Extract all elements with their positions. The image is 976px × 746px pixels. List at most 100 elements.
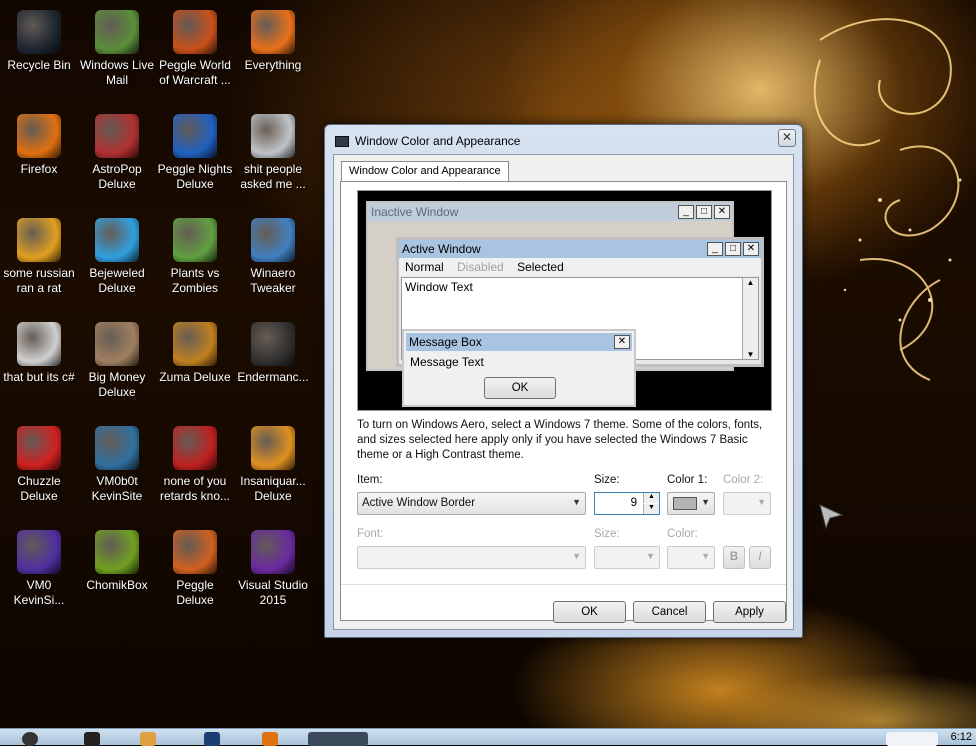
ok-button[interactable]: OK xyxy=(553,601,626,623)
firefox-icon[interactable] xyxy=(262,732,278,746)
chuzzle-icon xyxy=(17,426,61,470)
mail-icon xyxy=(95,10,139,54)
desktop-icon[interactable]: that but its c# xyxy=(0,316,78,416)
desktop-icon[interactable]: shit people asked me ... xyxy=(234,108,312,208)
color1-label: Color 1: xyxy=(667,474,708,486)
desktop-icon[interactable]: Chuzzle Deluxe xyxy=(0,420,78,520)
zuma-icon xyxy=(173,322,217,366)
desktop-icon[interactable]: Insaniquar... Deluxe xyxy=(234,420,312,520)
item-dropdown-value: Active Window Border xyxy=(362,497,476,509)
desktop-icon-label: Zuma Deluxe xyxy=(159,370,231,384)
dialog-client-area: Window Color and Appearance Inactive Win… xyxy=(333,154,794,630)
desktop-icon-label: Everything xyxy=(244,58,302,72)
desktop-icon[interactable]: Peggle World of Warcraft ... xyxy=(156,4,234,104)
message-box-title: Message Box xyxy=(409,335,482,349)
fish-icon xyxy=(251,426,295,470)
separator xyxy=(341,584,786,585)
message-text: Message Text xyxy=(410,355,484,369)
desktop-icon[interactable]: Windows Live Mail xyxy=(78,4,156,104)
bigmoney-icon xyxy=(95,322,139,366)
inactive-window-title-bar: Inactive Window _ □ ✕ xyxy=(368,203,732,221)
desktop-icon[interactable]: VM0 KevinSi... xyxy=(0,524,78,624)
close-button[interactable]: ✕ xyxy=(778,129,796,147)
desktop-icon[interactable]: Winaero Tweaker xyxy=(234,212,312,312)
desktop-icon-label: some russian ran a rat xyxy=(3,266,75,295)
window-text: Window Text xyxy=(405,280,473,294)
plants-icon xyxy=(173,218,217,262)
preview-scrollbar: ▲ ▼ xyxy=(742,278,758,359)
color1-picker[interactable]: ▼ xyxy=(667,492,715,515)
preview-menu-bar: Normal Disabled Selected xyxy=(399,258,761,276)
astropop-icon xyxy=(95,114,139,158)
chevron-down-icon: ▼ xyxy=(757,497,766,507)
desktop-icon[interactable]: Zuma Deluxe xyxy=(156,316,234,416)
bold-button[interactable]: B xyxy=(723,546,745,569)
apply-button[interactable]: Apply xyxy=(713,601,786,623)
peggle-icon xyxy=(173,10,217,54)
italic-button[interactable]: I xyxy=(749,546,771,569)
chevron-down-icon: ▼ xyxy=(646,551,655,561)
chevron-down-icon: ▼ xyxy=(572,551,581,561)
tray-icons[interactable] xyxy=(886,732,938,746)
tab-window-color[interactable]: Window Color and Appearance xyxy=(341,161,509,182)
desktop-icon[interactable]: Firefox xyxy=(0,108,78,208)
shortcut-icon xyxy=(17,322,61,366)
desktop-icon[interactable]: Plants vs Zombies xyxy=(156,212,234,312)
desktop-icon[interactable]: some russian ran a rat xyxy=(0,212,78,312)
font-size-dropdown[interactable]: ▼ xyxy=(594,546,660,569)
desktop-icon[interactable]: ChomikBox xyxy=(78,524,156,624)
font-color-picker[interactable]: ▼ xyxy=(667,546,715,569)
color2-picker[interactable]: ▼ xyxy=(723,492,771,515)
desktop-icon-label: Insaniquar... Deluxe xyxy=(240,474,306,503)
font-dropdown[interactable]: ▼ xyxy=(357,546,586,569)
font-size-label: Size: xyxy=(594,528,620,540)
menu-normal: Normal xyxy=(405,260,444,274)
appearance-preview[interactable]: Inactive Window _ □ ✕ Active Window _ □ … xyxy=(357,190,772,411)
message-box-title-bar: Message Box ✕ xyxy=(406,333,632,351)
size-spinner[interactable]: 9 ▲ ▼ xyxy=(594,492,660,515)
desktop-icon-label: Peggle Nights Deluxe xyxy=(157,162,233,191)
desktop-icon-label: AstroPop Deluxe xyxy=(92,162,142,191)
game-icon xyxy=(173,426,217,470)
active-window-title-bar: Active Window _ □ ✕ xyxy=(399,240,761,258)
desktop-icon[interactable]: Everything xyxy=(234,4,312,104)
taskbar-app-icon[interactable] xyxy=(84,732,100,746)
tweaker-icon xyxy=(251,218,295,262)
desktop-icon[interactable]: Recycle Bin xyxy=(0,4,78,104)
inactive-window-title: Inactive Window xyxy=(371,205,459,219)
clock[interactable]: 6:12 xyxy=(951,731,972,743)
desktop-icon[interactable]: Big Money Deluxe xyxy=(78,316,156,416)
close-icon: ✕ xyxy=(714,205,730,219)
desktop-icon[interactable]: Endermanc... xyxy=(234,316,312,416)
desktop-icon[interactable]: Peggle Nights Deluxe xyxy=(156,108,234,208)
font-label: Font: xyxy=(357,528,384,540)
preview-ok-button: OK xyxy=(484,377,556,399)
item-dropdown[interactable]: Active Window Border ▼ xyxy=(357,492,586,515)
close-icon: ✕ xyxy=(743,242,759,256)
search-icon xyxy=(251,10,295,54)
maximize-icon: □ xyxy=(725,242,741,256)
start-button-icon[interactable] xyxy=(22,732,38,746)
taskbar-active-window[interactable] xyxy=(308,732,368,746)
vm-icon xyxy=(95,426,139,470)
tab-panel: Inactive Window _ □ ✕ Active Window _ □ … xyxy=(340,181,787,621)
desktop-icon[interactable]: AstroPop Deluxe xyxy=(78,108,156,208)
cancel-button[interactable]: Cancel xyxy=(633,601,706,623)
desktop-icon-label: Visual Studio 2015 xyxy=(238,578,308,607)
desktop-icon[interactable]: VM0b0t KevinSite xyxy=(78,420,156,520)
explorer-icon[interactable] xyxy=(140,732,156,746)
desktop-icon[interactable]: none of you retards kno... xyxy=(156,420,234,520)
terminal-icon xyxy=(251,322,295,366)
media-icon[interactable] xyxy=(204,732,220,746)
desktop-icon[interactable]: Bejeweled Deluxe xyxy=(78,212,156,312)
cursor-shape xyxy=(819,504,844,530)
maximize-icon: □ xyxy=(696,205,712,219)
desktop-icon[interactable]: Visual Studio 2015 xyxy=(234,524,312,624)
taskbar: 6:12 xyxy=(0,728,976,746)
spin-up-icon[interactable]: ▲ xyxy=(643,493,659,503)
desktop-icon[interactable]: Peggle Deluxe xyxy=(156,524,234,624)
app-icon xyxy=(17,218,61,262)
desktop-icon-label: Endermanc... xyxy=(237,370,309,384)
spin-down-icon[interactable]: ▼ xyxy=(643,504,659,514)
size-label: Size: xyxy=(594,474,620,486)
